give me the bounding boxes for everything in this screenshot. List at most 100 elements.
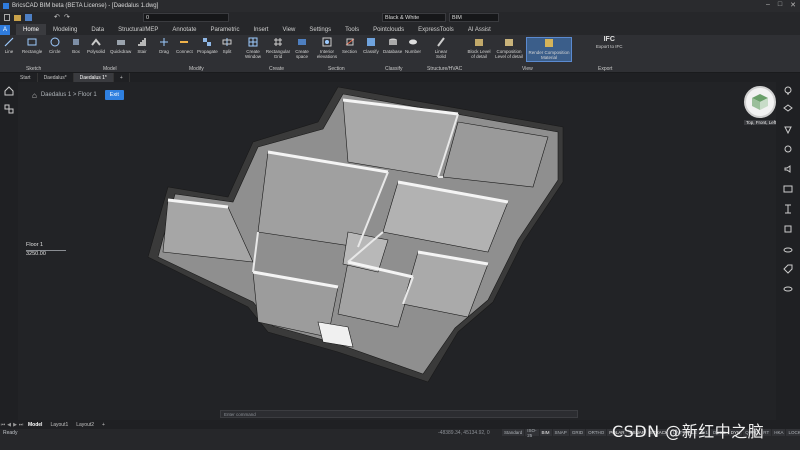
- tab-ai-assist[interactable]: AI Assist: [461, 24, 498, 35]
- status-toggle-snap[interactable]: SNAP: [552, 429, 569, 436]
- status-toggle-standard[interactable]: Standard: [502, 429, 525, 436]
- propagate-icon: [203, 38, 212, 46]
- panel-icon[interactable]: [783, 184, 793, 194]
- quickdraw-button[interactable]: Quickdraw: [110, 37, 131, 54]
- block-level-of-detail-button[interactable]: Block Level of detail: [467, 37, 491, 59]
- quickdraw-icon: [116, 40, 125, 45]
- line-icon: [4, 37, 14, 47]
- building-model: [147, 86, 564, 383]
- settings-icon[interactable]: [783, 144, 793, 154]
- split-button[interactable]: Split: [222, 37, 232, 54]
- beam-icon[interactable]: [783, 204, 793, 214]
- number-button[interactable]: Number: [405, 37, 421, 54]
- tab-data[interactable]: Data: [84, 24, 111, 35]
- elevations-icon: [322, 37, 332, 47]
- tab-tools[interactable]: Tools: [338, 24, 366, 35]
- lightbulb-icon[interactable]: [783, 86, 793, 96]
- app-logo-icon: [3, 3, 9, 9]
- command-input[interactable]: Enter command: [224, 412, 256, 417]
- visual-style-select[interactable]: Black & White: [382, 13, 446, 22]
- section-button[interactable]: Section: [342, 37, 357, 54]
- composition-level-of-detail-button[interactable]: Composition Level of detail: [495, 37, 523, 59]
- tag-icon[interactable]: [783, 264, 793, 274]
- tab-view[interactable]: View: [275, 24, 302, 35]
- propagate-button[interactable]: Propagate: [197, 37, 218, 54]
- command-line[interactable]: Enter command: [220, 410, 578, 418]
- status-toggle-ortho[interactable]: ORTHO: [586, 429, 607, 436]
- database-button[interactable]: Database: [383, 37, 402, 54]
- viewcube[interactable]: [744, 86, 776, 118]
- model-viewport[interactable]: ⌂ Daedalus 1 > Floor 1 Exit Floor 1 3250…: [18, 82, 776, 420]
- tab-model[interactable]: Model: [24, 422, 46, 428]
- tab-settings[interactable]: Settings: [302, 24, 338, 35]
- tab-layout1[interactable]: Layout1: [46, 422, 72, 428]
- section-icon: [345, 38, 354, 46]
- group-label-structure: Structure/HVAC: [427, 66, 463, 72]
- drag-button[interactable]: Drag: [159, 37, 169, 54]
- document-tabs: Start Daedalus* Daedalus 1* +: [0, 73, 800, 82]
- rectangle-icon: [27, 38, 37, 46]
- save-icon[interactable]: [25, 14, 32, 21]
- undo-icon[interactable]: ↶: [54, 13, 60, 21]
- tab-pointclouds[interactable]: Pointclouds: [366, 24, 411, 35]
- structure-browser-icon[interactable]: [4, 104, 14, 114]
- connect-button[interactable]: Connect: [176, 37, 193, 54]
- status-toggle-iso-25[interactable]: ISO-25: [525, 428, 539, 438]
- create-space-button[interactable]: Create space: [293, 37, 311, 59]
- cloud-icon[interactable]: [783, 244, 793, 254]
- composition-detail-icon: [505, 39, 513, 46]
- add-layout-button[interactable]: +: [98, 422, 109, 428]
- group-label-create: Create: [269, 66, 285, 72]
- title-bar: BricsCAD BIM beta (BETA License) - [Daed…: [0, 0, 800, 12]
- cube-icon[interactable]: [783, 224, 793, 234]
- doc-tab-daedalus-1[interactable]: Daedalus 1*: [73, 73, 114, 82]
- create-window-button[interactable]: Create Window: [243, 37, 263, 59]
- quick-access-bar: ↶ ↷ 0 Black & White BIM: [0, 12, 800, 24]
- viewcube-label: Top, Front, Left: [744, 120, 779, 125]
- minimize-icon[interactable]: –: [766, 1, 770, 9]
- status-toggle-grid[interactable]: GRID: [569, 429, 586, 436]
- layers-icon[interactable]: [783, 104, 793, 114]
- ribbon-panel: Line Rectangle Circle Box Polysolid Quic…: [0, 35, 800, 73]
- polysolid-button[interactable]: Polysolid: [87, 37, 105, 54]
- ifc-icon: IFC: [603, 36, 615, 43]
- tab-parametric[interactable]: Parametric: [203, 24, 246, 35]
- circle-button[interactable]: Circle: [49, 37, 61, 54]
- line-button[interactable]: Line: [4, 37, 14, 54]
- status-toggle-hka[interactable]: HKA: [772, 429, 786, 436]
- status-toggle-lockui[interactable]: LOCKUI: [786, 429, 800, 436]
- view-icon[interactable]: [783, 284, 793, 294]
- tab-expresstools[interactable]: ExpressTools: [411, 24, 461, 35]
- linear-solid-button[interactable]: Linear Solid: [432, 37, 450, 59]
- layer-select[interactable]: 0: [143, 13, 229, 22]
- rectangular-grid-button[interactable]: Rectangular Grid: [266, 37, 290, 59]
- new-tab-button[interactable]: +: [114, 73, 130, 82]
- new-icon[interactable]: [4, 14, 10, 21]
- sound-icon[interactable]: [783, 164, 793, 174]
- maximize-icon[interactable]: □: [778, 1, 782, 9]
- render-composition-material-button[interactable]: Render Composition Material: [526, 37, 572, 62]
- application-menu-button[interactable]: A: [0, 24, 10, 35]
- tab-modeling[interactable]: Modeling: [46, 24, 84, 35]
- status-toggle-bim[interactable]: BIM: [539, 429, 552, 436]
- interior-elevations-button[interactable]: Interior elevations: [315, 37, 339, 59]
- gem-icon[interactable]: [783, 124, 793, 134]
- open-icon[interactable]: [14, 15, 21, 21]
- rectangle-button[interactable]: Rectangle: [22, 37, 42, 54]
- tab-home[interactable]: Home: [16, 24, 47, 35]
- close-icon[interactable]: ✕: [790, 1, 796, 9]
- redo-icon[interactable]: ↷: [64, 13, 70, 21]
- home-icon[interactable]: [4, 86, 14, 96]
- doc-tab-daedalus[interactable]: Daedalus*: [38, 73, 74, 82]
- tab-insert[interactable]: Insert: [246, 24, 275, 35]
- stair-button[interactable]: Stair: [137, 37, 147, 54]
- workspace-select[interactable]: BIM: [449, 13, 499, 22]
- tab-structural-mep[interactable]: Structural/MEP: [111, 24, 165, 35]
- stair-icon: [138, 38, 146, 46]
- tab-layout2[interactable]: Layout2: [72, 422, 98, 428]
- tab-annotate[interactable]: Annotate: [165, 24, 203, 35]
- classify-button[interactable]: Classify: [363, 37, 379, 54]
- box-button[interactable]: Box: [71, 37, 81, 54]
- doc-tab-start[interactable]: Start: [0, 73, 38, 82]
- export-ifc-button[interactable]: IFC Export to IFC: [596, 36, 623, 49]
